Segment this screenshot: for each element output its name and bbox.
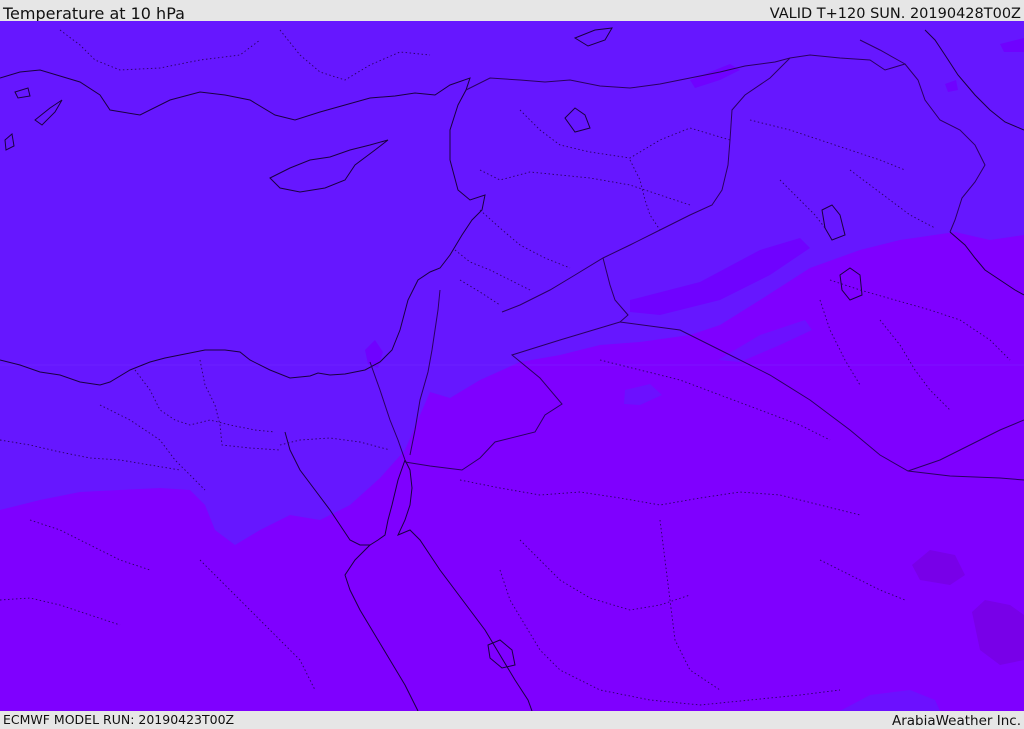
model-run: ECMWF MODEL RUN: 20190423T00Z (3, 712, 235, 727)
footer-bar: ECMWF MODEL RUN: 20190423T00Z ArabiaWeat… (0, 711, 1024, 729)
credit: ArabiaWeather Inc. (891, 713, 1021, 729)
header-bar: Temperature at 10 hPa VALID T+120 SUN. 2… (0, 0, 1024, 23)
weather-map[interactable] (0, 21, 1024, 711)
